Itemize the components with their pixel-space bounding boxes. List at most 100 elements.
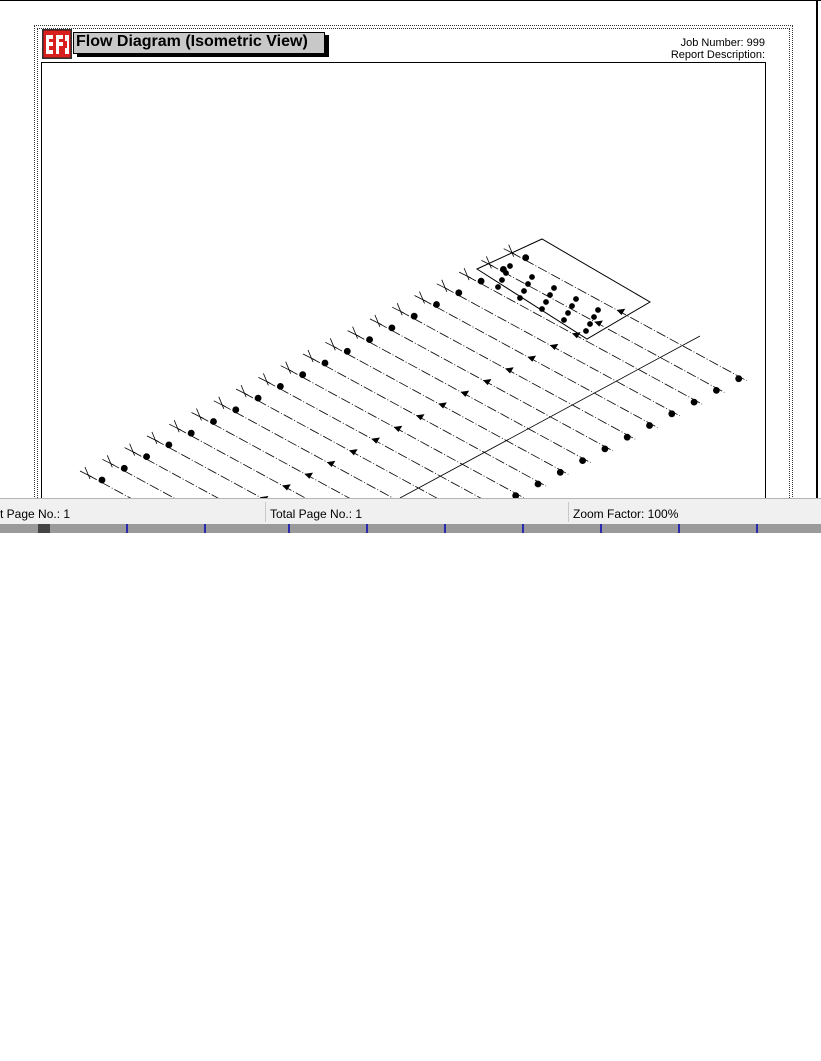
sprinkler-head-icon bbox=[517, 295, 523, 301]
scrollbar-tick bbox=[366, 524, 368, 533]
sprinkler-head-icon bbox=[573, 296, 579, 302]
room-outline bbox=[475, 238, 651, 340]
sprinkler-head-icon bbox=[525, 281, 531, 287]
fitting-icon bbox=[280, 361, 293, 374]
scrollbar-tick bbox=[126, 524, 128, 533]
fitting-icon bbox=[347, 326, 360, 339]
branch-pipe bbox=[511, 252, 747, 382]
zoom-factor: Zoom Factor: 100% bbox=[573, 507, 679, 521]
fitting-icon bbox=[369, 314, 383, 328]
sprinkler-head-icon bbox=[565, 310, 571, 316]
sprinkler-head-icon bbox=[587, 321, 593, 327]
scrollbar-tick bbox=[444, 524, 446, 533]
branch-pipe bbox=[400, 310, 636, 440]
sprinkler-head-icon bbox=[529, 274, 535, 280]
status-separator bbox=[265, 502, 266, 522]
sprinkler-head-icon bbox=[143, 453, 151, 461]
sprinkler-head-icon bbox=[254, 394, 262, 402]
sprinkler-head-icon bbox=[690, 398, 698, 406]
sprinkler-head-icon bbox=[507, 263, 513, 269]
sprinkler-head-icon bbox=[521, 288, 527, 294]
scrollbar-tick bbox=[204, 524, 206, 533]
sprinkler-head-icon bbox=[623, 433, 631, 441]
branch-pipe bbox=[377, 322, 614, 452]
report-preview-area: Flow Diagram (Isometric View) Job Number… bbox=[0, 0, 821, 499]
sprinkler-head-icon bbox=[366, 336, 374, 344]
fitting-icon bbox=[325, 338, 338, 351]
sprinkler-head-icon bbox=[276, 382, 284, 390]
sprinkler-head-icon bbox=[343, 347, 351, 355]
branch-pipe bbox=[466, 275, 703, 405]
sprinkler-head-icon bbox=[232, 406, 240, 414]
sprinkler-head-icon bbox=[433, 301, 440, 308]
status-bar: t Page No.: 1 Total Page No.: 1 Zoom Fac… bbox=[0, 498, 821, 524]
sprinkler-head-icon bbox=[455, 289, 463, 297]
sprinkler-head-icon bbox=[98, 476, 106, 484]
sprinkler-head-icon bbox=[321, 359, 329, 367]
sprinkler-head-icon bbox=[165, 441, 173, 449]
sprinkler-head-icon bbox=[583, 328, 589, 334]
branch-pipe bbox=[110, 462, 177, 499]
fitting-icon bbox=[436, 279, 449, 292]
fitting-icon bbox=[302, 349, 316, 363]
scrollbar-tick bbox=[522, 524, 524, 533]
branch-pipe bbox=[266, 381, 484, 499]
sprinkler-head-icon bbox=[668, 410, 676, 418]
fitting-icon bbox=[79, 466, 93, 480]
sprinkler-head-icon bbox=[477, 277, 485, 285]
sprinkler-head-icon bbox=[539, 306, 545, 312]
branch-pipe bbox=[154, 439, 265, 499]
sprinkler-head-icon bbox=[388, 324, 396, 332]
sprinkler-head-icon bbox=[579, 457, 586, 465]
branch-pipe bbox=[489, 264, 725, 393]
fitting-icon bbox=[124, 443, 137, 456]
scrollbar-tick bbox=[288, 524, 290, 533]
fitting-icon bbox=[169, 420, 182, 433]
fitting-icon bbox=[235, 384, 249, 398]
fitting-icon bbox=[102, 455, 115, 468]
fitting-icon bbox=[146, 431, 160, 445]
sprinkler-head-icon bbox=[561, 317, 567, 323]
sprinkler-head-icon bbox=[735, 375, 743, 383]
sprinkler-head-icon bbox=[210, 418, 217, 425]
cross-main-pipe bbox=[399, 335, 701, 499]
scrollbar-tick bbox=[678, 524, 680, 533]
sprinkler-head-icon bbox=[410, 312, 418, 320]
sprinkler-head-icon bbox=[713, 386, 720, 394]
scrollbar-tick bbox=[600, 524, 602, 533]
fitting-icon bbox=[191, 408, 204, 421]
sprinkler-head-icon bbox=[547, 292, 553, 298]
sprinkler-head-icon bbox=[551, 285, 557, 291]
fitting-icon bbox=[213, 396, 226, 409]
branch-pipe bbox=[333, 345, 569, 475]
isometric-flow-diagram bbox=[79, 238, 747, 499]
sprinkler-head-icon bbox=[299, 371, 307, 379]
branch-pipe bbox=[444, 287, 680, 417]
branch-pipe bbox=[288, 369, 524, 499]
sprinkler-head-icon bbox=[503, 270, 509, 276]
fitting-icon bbox=[258, 373, 271, 386]
sprinkler-head-icon bbox=[543, 299, 549, 305]
sprinkler-head-icon bbox=[595, 307, 601, 313]
fitting-icon bbox=[503, 244, 516, 257]
sprinkler-head-icon bbox=[187, 429, 195, 437]
scrollbar-thumb[interactable] bbox=[38, 524, 50, 533]
status-separator bbox=[568, 502, 569, 522]
fitting-icon bbox=[392, 303, 405, 316]
fitting-icon bbox=[414, 291, 427, 304]
sprinkler-head-icon bbox=[569, 303, 575, 309]
sprinkler-head-icon bbox=[556, 468, 564, 476]
sprinkler-head-icon bbox=[591, 314, 597, 320]
total-page-number: Total Page No.: 1 bbox=[270, 507, 363, 521]
sprinkler-head-icon bbox=[534, 480, 542, 488]
branch-pipe bbox=[355, 334, 591, 463]
sprinkler-head-icon bbox=[601, 445, 609, 453]
sprinkler-head-icon bbox=[646, 422, 653, 429]
sprinkler-head-icon bbox=[120, 464, 128, 472]
fitting-icon bbox=[458, 267, 472, 281]
sprinkler-head-icon bbox=[495, 284, 501, 290]
sprinkler-head-icon bbox=[499, 277, 505, 283]
horizontal-scrollbar[interactable] bbox=[0, 524, 821, 533]
branch-pipe bbox=[310, 357, 547, 487]
sprinkler-head-icon bbox=[522, 254, 530, 262]
